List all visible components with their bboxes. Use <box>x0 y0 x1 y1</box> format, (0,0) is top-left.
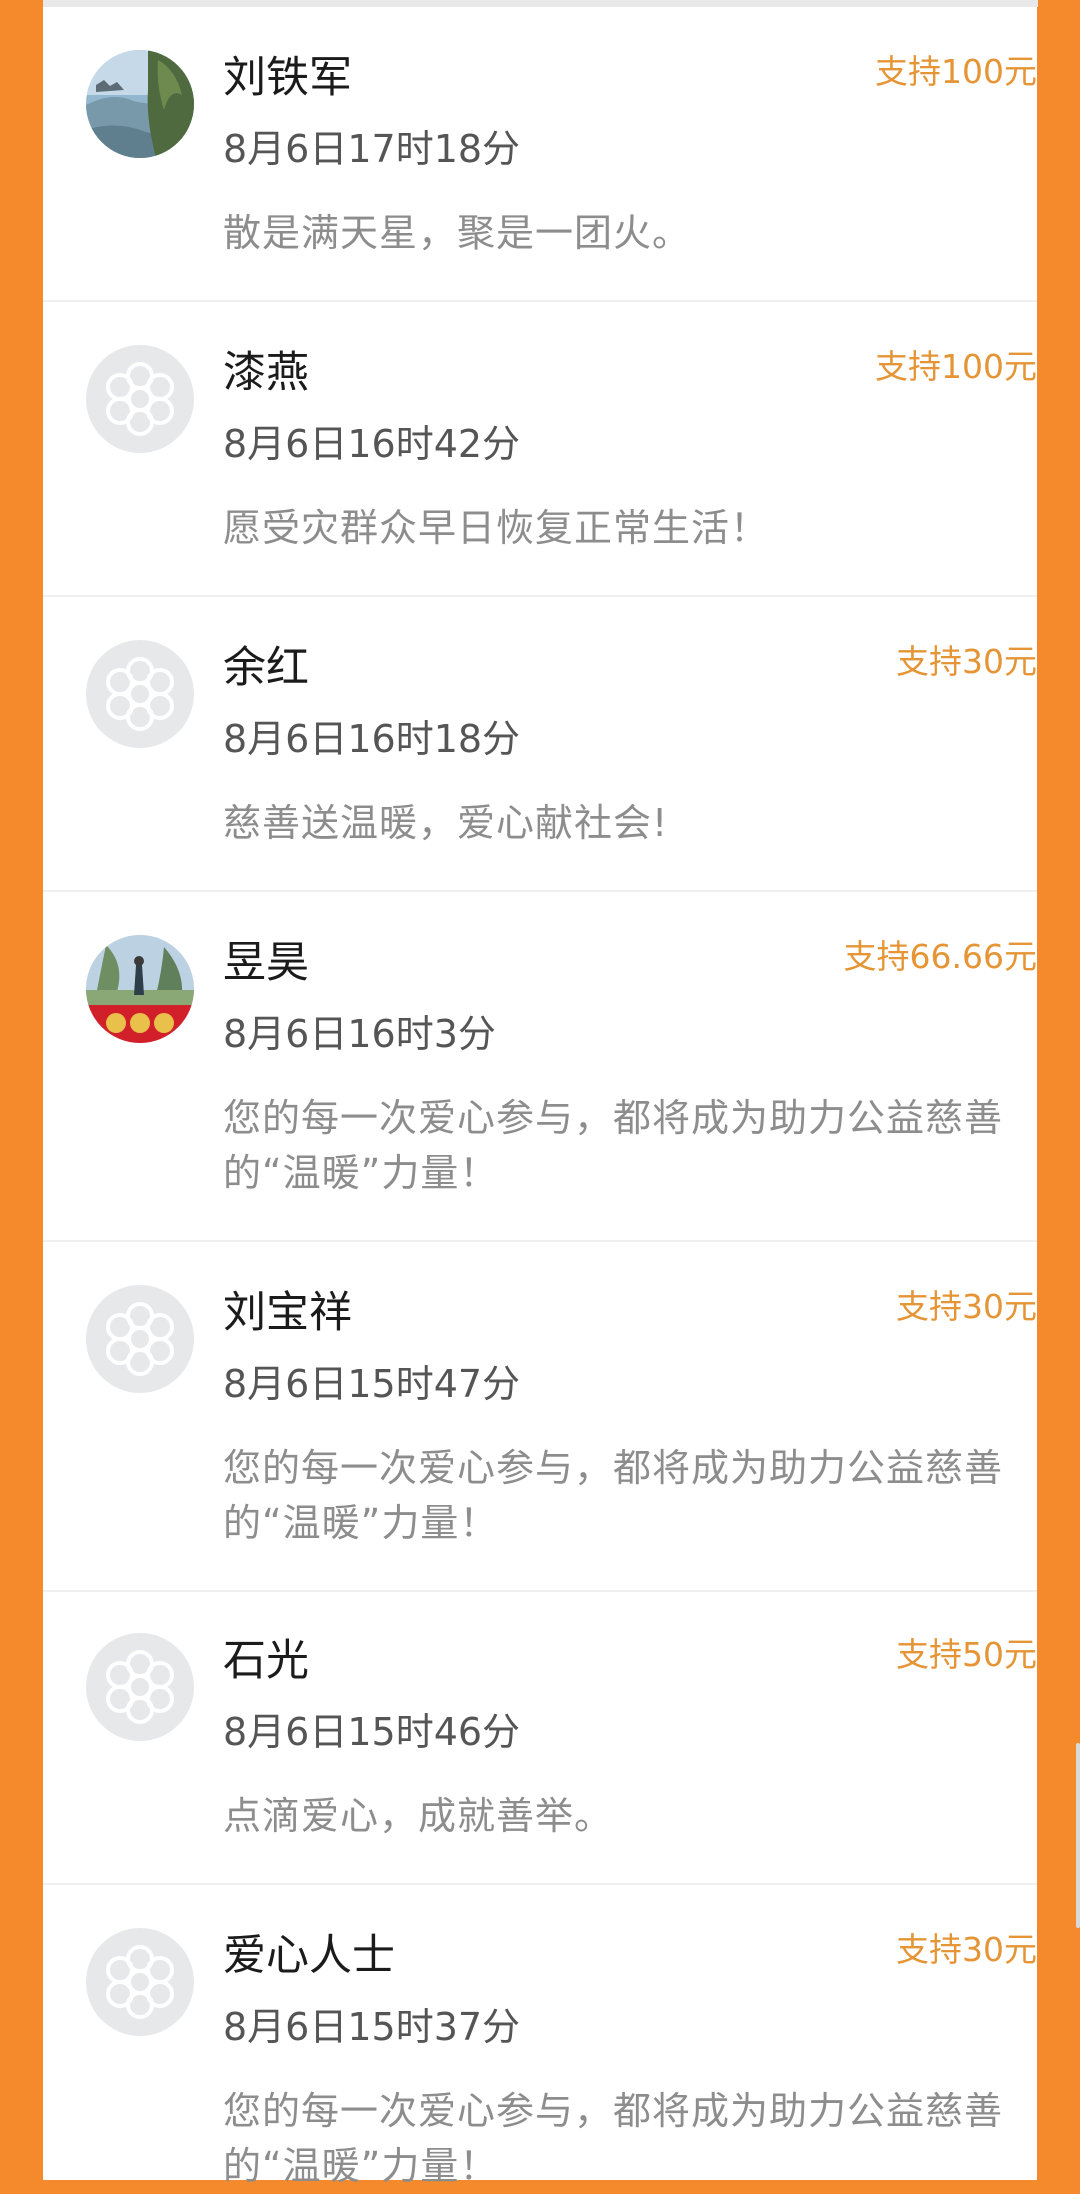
item-divider <box>43 1240 1037 1242</box>
supporter-name: 刘铁军 <box>223 53 352 103</box>
supporter-name: 昱昊 <box>223 938 309 988</box>
avatar <box>86 345 194 453</box>
item-divider <box>43 1883 1037 1885</box>
default-flower-avatar-icon <box>106 1945 174 2019</box>
support-message: 您的每一次爱心参与，都将成为助力公益慈善的“温暖”力量！ <box>223 1096 1004 1195</box>
supporter-name: 余红 <box>223 643 309 693</box>
supporter-name: 漆燕 <box>223 348 309 398</box>
support-amount: 支持100元 <box>875 347 1037 386</box>
default-flower-avatar-icon <box>106 1650 174 1724</box>
avatar <box>86 50 194 158</box>
support-amount: 支持66.66元 <box>843 937 1037 976</box>
avatar <box>86 1928 194 2036</box>
supporter-item[interactable]: 刘铁军 支持100元 8月6日17时18分 散是满天星，聚是一团火。 <box>43 50 1037 302</box>
support-amount: 支持50元 <box>896 1635 1037 1674</box>
support-time: 8月6日15时47分 <box>223 1362 521 1406</box>
scrollbar[interactable] <box>1076 1743 1080 1928</box>
support-amount: 支持100元 <box>875 52 1037 91</box>
support-message: 散是满天星，聚是一团火。 <box>223 211 692 255</box>
supporter-item[interactable]: 余红 支持30元 8月6日16时18分 慈善送温暖，爱心献社会! <box>43 640 1037 892</box>
photo-lake-avatar-icon <box>86 50 194 158</box>
avatar <box>86 640 194 748</box>
support-amount: 支持30元 <box>896 1287 1037 1326</box>
avatar <box>86 935 194 1043</box>
photo-red-banner-avatar-icon <box>86 935 194 1043</box>
supporter-item[interactable]: 漆燕 支持100元 8月6日16时42分 愿受灾群众早日恢复正常生活！ <box>43 345 1037 597</box>
support-time: 8月6日17时18分 <box>223 127 521 171</box>
support-amount: 支持30元 <box>896 1930 1037 1969</box>
support-time: 8月6日16时42分 <box>223 422 521 466</box>
top-divider <box>43 0 1038 7</box>
supporter-item[interactable]: 刘宝祥 支持30元 8月6日15时47分 您的每一次爱心参与，都将成为助力公益慈… <box>43 1285 1037 1592</box>
support-message: 愿受灾群众早日恢复正常生活！ <box>223 506 770 550</box>
supporter-name: 刘宝祥 <box>223 1288 352 1338</box>
support-time: 8月6日16时3分 <box>223 1012 496 1056</box>
item-divider <box>43 1590 1037 1592</box>
support-message: 点滴爱心，成就善举。 <box>223 1794 614 1838</box>
avatar <box>86 1285 194 1393</box>
item-divider <box>43 595 1037 597</box>
supporter-name: 石光 <box>223 1636 309 1686</box>
supporter-item[interactable]: 石光 支持50元 8月6日15时46分 点滴爱心，成就善举。 <box>43 1633 1037 1885</box>
support-message: 您的每一次爱心参与，都将成为助力公益慈善的“温暖”力量！ <box>223 2089 1004 2188</box>
support-message: 您的每一次爱心参与，都将成为助力公益慈善的“温暖”力量！ <box>223 1446 1004 1545</box>
default-flower-avatar-icon <box>106 657 174 731</box>
item-divider <box>43 890 1037 892</box>
default-flower-avatar-icon <box>106 362 174 436</box>
supporter-item[interactable]: 爱心人士 支持30元 8月6日15时37分 您的每一次爱心参与，都将成为助力公益… <box>43 1928 1037 2188</box>
support-message: 慈善送温暖，爱心献社会! <box>223 801 669 845</box>
supporter-item[interactable]: 昱昊 支持66.66元 8月6日16时3分 您的每一次爱心参与，都将成为助力公益… <box>43 935 1037 1242</box>
avatar <box>86 1633 194 1741</box>
default-flower-avatar-icon <box>106 1302 174 1376</box>
support-amount: 支持30元 <box>896 642 1037 681</box>
support-time: 8月6日15时37分 <box>223 2005 521 2049</box>
item-divider <box>43 300 1037 302</box>
support-time: 8月6日15时46分 <box>223 1710 521 1754</box>
support-time: 8月6日16时18分 <box>223 717 521 761</box>
supporter-name: 爱心人士 <box>223 1931 395 1981</box>
